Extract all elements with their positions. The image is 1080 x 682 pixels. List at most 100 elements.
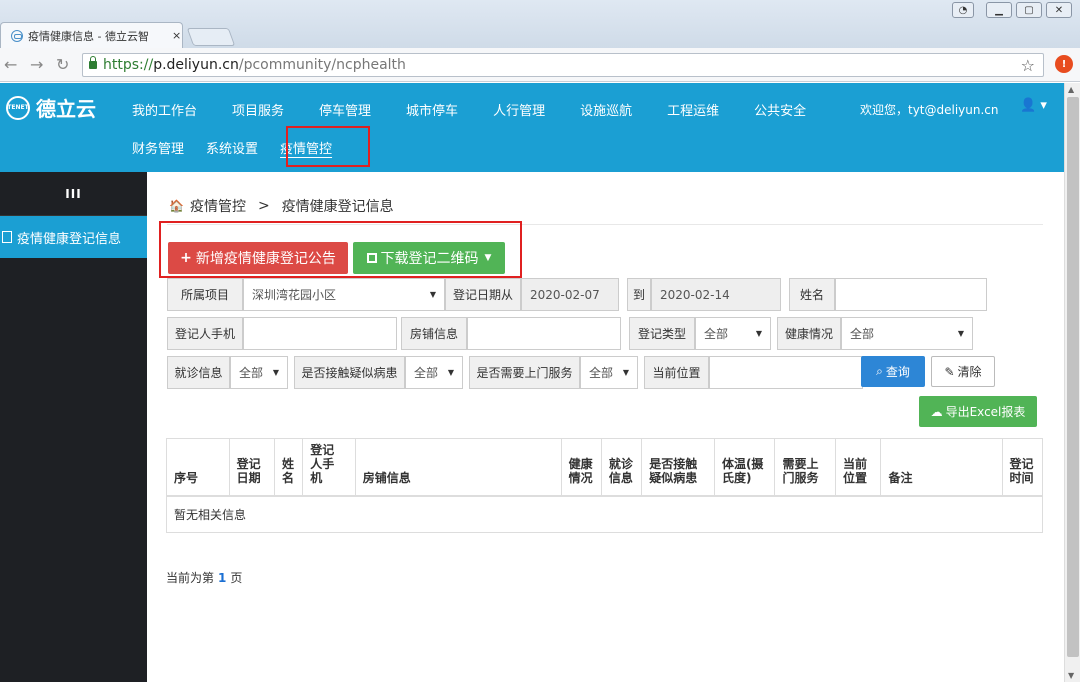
health-select-value: 全部 xyxy=(850,327,875,341)
app-header: TENET 德立云 我的工作台 项目服务 停车管理 城市停车 人行管理 设施巡航… xyxy=(0,83,1064,172)
name-label: 姓名 xyxy=(789,278,835,311)
download-qr-button[interactable]: 下载登记二维码 ▼ xyxy=(353,242,505,274)
reload-icon[interactable]: ↻ xyxy=(56,55,69,74)
col-header-index[interactable]: 序号 xyxy=(166,438,230,497)
search-button[interactable]: ⌕ 查询 xyxy=(861,356,925,387)
col-header-phone-label: 登记人手机 xyxy=(310,443,335,485)
door-service-select[interactable]: 全部 ▼ xyxy=(580,356,638,389)
add-notice-button[interactable]: + 新增疫情健康登记公告 xyxy=(168,242,348,274)
col-header-shop[interactable]: 房铺信息 xyxy=(354,438,562,497)
col-header-remark[interactable]: 备注 xyxy=(880,438,1003,497)
profile-icon[interactable]: ◔ xyxy=(952,2,974,18)
visit-select-value: 全部 xyxy=(239,366,264,380)
empty-table-message: 暂无相关信息 xyxy=(166,495,1043,533)
browser-tab[interactable]: 疫情健康信息 - 德立云智 × xyxy=(0,22,183,48)
close-window-icon[interactable]: ✕ xyxy=(1046,2,1072,18)
door-service-label: 是否需要上门服务 xyxy=(469,356,580,389)
nav-item-pedestrian[interactable]: 人行管理 xyxy=(493,100,545,119)
col-header-date[interactable]: 登记日期 xyxy=(228,438,275,497)
caret-down-icon: ▼ xyxy=(755,329,762,338)
nav-item-finance[interactable]: 财务管理 xyxy=(132,138,184,157)
sidebar-item-health-registration[interactable]: 疫情健康登记信息 xyxy=(0,216,147,258)
contact-select[interactable]: 全部 ▼ xyxy=(405,356,463,389)
maximize-icon[interactable]: ▢ xyxy=(1016,2,1042,18)
col-header-location[interactable]: 当前位置 xyxy=(835,438,881,497)
scroll-down-icon[interactable]: ▼ xyxy=(1068,671,1074,680)
name-input[interactable] xyxy=(835,278,987,311)
extension-icon[interactable]: ! xyxy=(1055,55,1073,73)
col-header-visit-label: 就诊信息 xyxy=(608,457,633,485)
tab-title: 疫情健康信息 - 德立云智 xyxy=(28,29,149,43)
shop-input[interactable] xyxy=(467,317,621,350)
col-header-contact[interactable]: 是否接触疑似病患 xyxy=(641,438,715,497)
minimize-icon[interactable]: ▁ xyxy=(986,2,1012,18)
site-favicon-icon xyxy=(11,29,23,42)
nav-item-city-parking[interactable]: 城市停车 xyxy=(406,100,458,119)
phone-input[interactable] xyxy=(243,317,397,350)
sidebar-toggle-icon[interactable]: III xyxy=(0,172,147,216)
nav-item-facility-patrol[interactable]: 设施巡航 xyxy=(580,100,632,119)
nav-item-public-safety[interactable]: 公共安全 xyxy=(754,100,806,119)
breadcrumb-root[interactable]: 疫情管控 xyxy=(190,196,246,216)
project-select[interactable]: 深圳湾花园小区 ▼ xyxy=(243,278,445,311)
bookmark-star-icon[interactable]: ☆ xyxy=(1021,56,1035,75)
col-header-temperature[interactable]: 体温(摄氏度) xyxy=(713,438,775,497)
window-controls: ◔ ▁ ▢ ✕ xyxy=(952,2,1072,18)
pager-suffix: 页 xyxy=(230,571,243,585)
col-header-door-service[interactable]: 需要上门服务 xyxy=(774,438,836,497)
type-select[interactable]: 全部 ▼ xyxy=(695,317,771,350)
col-header-name[interactable]: 姓名 xyxy=(273,438,303,497)
col-header-door-service-label: 需要上门服务 xyxy=(782,457,819,485)
location-input[interactable] xyxy=(709,356,863,389)
col-header-health[interactable]: 健康情况 xyxy=(560,438,602,497)
filter-row-3: 就诊信息 全部 ▼ 是否接触疑似病患 全部 ▼ 是否需要上门服务 全部 ▼ 当前… xyxy=(167,356,863,389)
pager-current-page[interactable]: 1 xyxy=(218,571,226,585)
page-scrollbar[interactable]: ▲ ▼ xyxy=(1064,83,1080,682)
health-select[interactable]: 全部 ▼ xyxy=(841,317,973,350)
welcome-text: 欢迎您，tyt@deliyun.cn xyxy=(860,103,999,117)
cloud-upload-icon: ☁ xyxy=(930,404,943,419)
caret-down-icon: ▼ xyxy=(272,368,279,377)
back-arrow-icon[interactable]: ← xyxy=(4,55,17,74)
scroll-up-icon[interactable]: ▲ xyxy=(1068,85,1074,94)
nav-item-parking[interactable]: 停车管理 xyxy=(319,100,371,119)
search-label: 查询 xyxy=(885,365,910,379)
date-from-input[interactable]: 2020-02-07 xyxy=(521,278,619,311)
nav-item-system-settings[interactable]: 系统设置 xyxy=(206,138,258,157)
shop-label: 房铺信息 xyxy=(401,317,467,350)
plus-icon: + xyxy=(180,250,192,266)
door-service-select-value: 全部 xyxy=(589,366,614,380)
breadcrumb-separator: > xyxy=(257,198,270,214)
logo[interactable]: TENET 德立云 xyxy=(6,93,96,122)
col-header-phone[interactable]: 登记人手机 xyxy=(302,438,356,497)
col-header-time[interactable]: 登记时间 xyxy=(1001,438,1044,497)
table-header-row: 序号 登记日期 姓名 登记人手机 房铺信息 健康情况 就诊信息 是否接触疑似病患… xyxy=(166,438,1044,497)
clear-button[interactable]: ✎ 清除 xyxy=(931,356,995,387)
nav-item-engineering[interactable]: 工程运维 xyxy=(667,100,719,119)
sidebar-item-label: 疫情健康登记信息 xyxy=(17,231,122,247)
col-header-temperature-label: 体温(摄氏度) xyxy=(721,457,764,485)
export-excel-button[interactable]: ☁ 导出Excel报表 xyxy=(919,396,1037,427)
caret-down-icon: ▼ xyxy=(484,253,492,263)
project-label: 所属项目 xyxy=(167,278,243,311)
home-icon: 🏠 xyxy=(169,199,184,213)
nav-item-project-service[interactable]: 项目服务 xyxy=(232,100,284,119)
url-scheme: https:// xyxy=(103,57,154,73)
date-to-input[interactable]: 2020-02-14 xyxy=(651,278,781,311)
visit-select[interactable]: 全部 ▼ xyxy=(230,356,288,389)
caret-down-icon: ▼ xyxy=(429,290,436,299)
date-to-label: 到 xyxy=(627,278,651,311)
col-header-visit[interactable]: 就诊信息 xyxy=(600,438,642,497)
user-menu-icon[interactable]: 👤 ▾ xyxy=(1020,98,1047,113)
contact-select-value: 全部 xyxy=(414,366,439,380)
nav-item-workbench[interactable]: 我的工作台 xyxy=(132,100,197,119)
phone-label: 登记人手机 xyxy=(167,317,243,350)
new-tab-button[interactable] xyxy=(186,28,236,46)
tab-close-icon[interactable]: × xyxy=(172,29,181,42)
browser-toolbar: ← → ↻ https:// p.deliyun.cn /pcommunity/… xyxy=(0,48,1080,82)
scrollbar-thumb[interactable] xyxy=(1067,97,1079,657)
forward-arrow-icon[interactable]: → xyxy=(30,55,43,74)
sidebar: III 疫情健康登记信息 xyxy=(0,172,147,682)
address-bar[interactable]: https:// p.deliyun.cn /pcommunity/ncphea… xyxy=(82,53,1044,77)
col-header-date-label: 登记日期 xyxy=(236,457,261,485)
